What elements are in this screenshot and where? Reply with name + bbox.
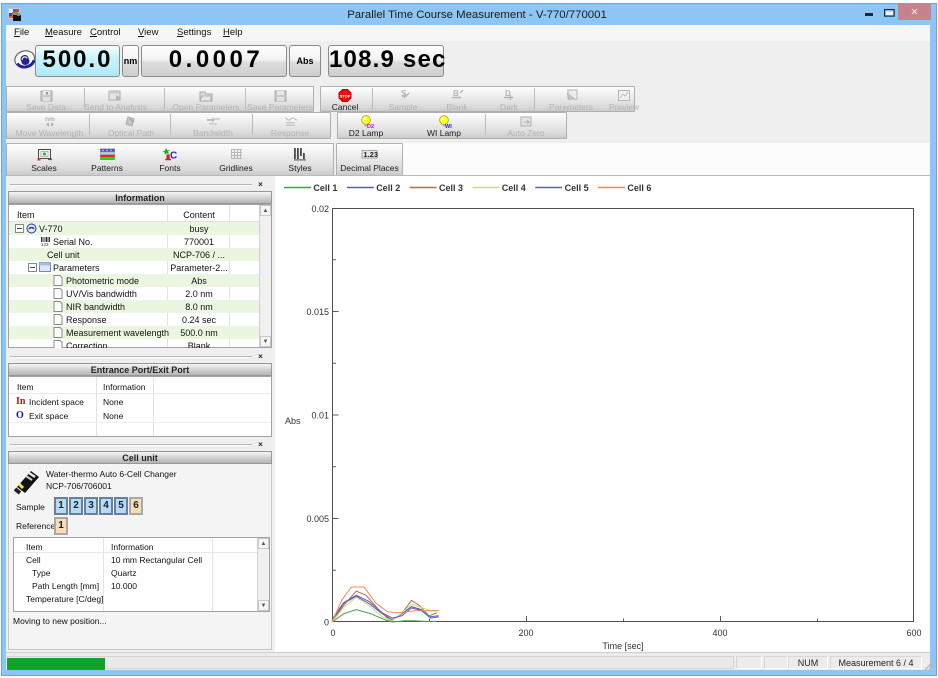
svg-text:Cell 1: Cell 1 bbox=[313, 183, 337, 193]
svg-text:Abs: Abs bbox=[285, 416, 301, 426]
svg-text:0.01: 0.01 bbox=[311, 411, 329, 421]
svg-text:Cell 2: Cell 2 bbox=[376, 183, 400, 193]
svg-text:0.005: 0.005 bbox=[306, 514, 329, 524]
svg-text:400: 400 bbox=[712, 628, 727, 638]
svg-text:Cell 5: Cell 5 bbox=[565, 183, 589, 193]
svg-text:1.23: 1.23 bbox=[363, 150, 378, 159]
svg-text:200: 200 bbox=[518, 628, 533, 638]
svg-text:0.015: 0.015 bbox=[306, 307, 329, 317]
svg-text:nm: nm bbox=[45, 116, 55, 123]
svg-text:123: 123 bbox=[41, 242, 49, 247]
svg-text:0: 0 bbox=[324, 618, 329, 628]
svg-text:600: 600 bbox=[906, 628, 921, 638]
svg-text:0.02: 0.02 bbox=[311, 204, 329, 214]
svg-text:0: 0 bbox=[330, 628, 335, 638]
svg-text:Time [sec]: Time [sec] bbox=[602, 641, 643, 651]
svg-text:B: B bbox=[453, 89, 459, 98]
svg-text:STOP: STOP bbox=[340, 94, 351, 99]
svg-text:C: C bbox=[170, 151, 177, 162]
svg-text:Cell 4: Cell 4 bbox=[502, 183, 526, 193]
svg-text:Cell 6: Cell 6 bbox=[627, 183, 651, 193]
svg-text:Cell 3: Cell 3 bbox=[439, 183, 463, 193]
